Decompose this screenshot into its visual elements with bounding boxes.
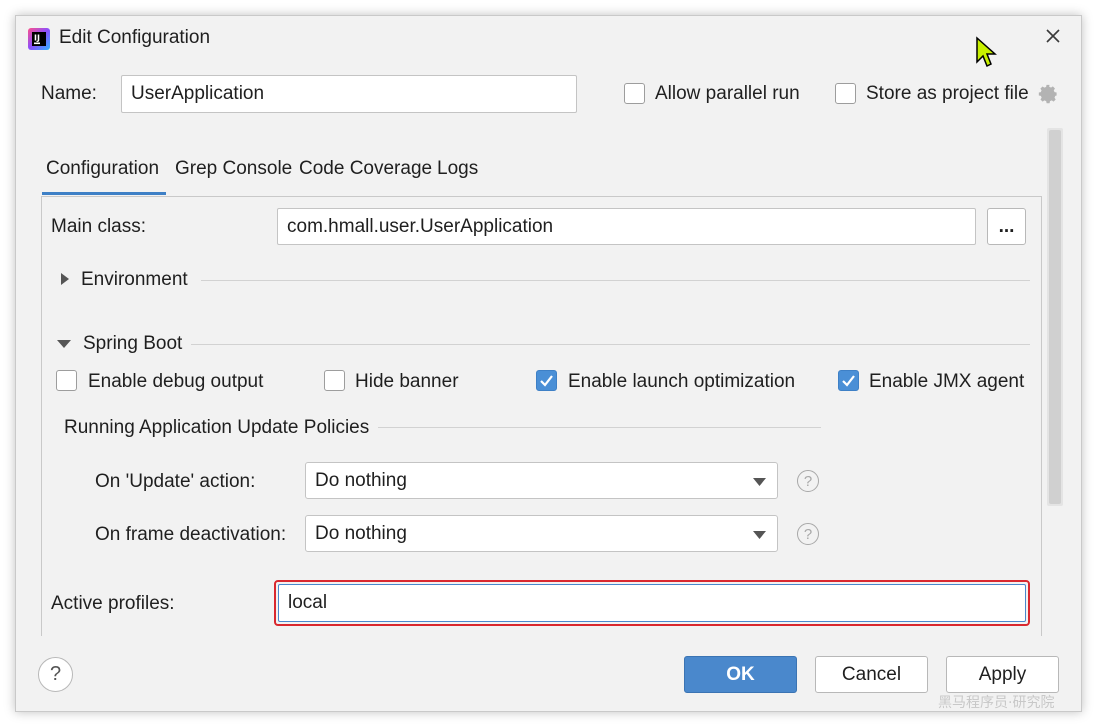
enable-debug-output-label[interactable]: Enable debug output bbox=[88, 371, 263, 393]
chevron-down-icon bbox=[753, 478, 766, 486]
collapse-down-icon[interactable] bbox=[56, 338, 72, 350]
update-policies-heading: Running Application Update Policies bbox=[64, 417, 370, 438]
on-frame-deactivation-label: On frame deactivation: bbox=[95, 524, 287, 545]
browse-main-class-button[interactable]: ... bbox=[987, 208, 1026, 245]
expand-right-icon[interactable] bbox=[59, 272, 71, 286]
on-update-action-value: Do nothing bbox=[315, 469, 407, 491]
name-input-value: UserApplication bbox=[131, 83, 265, 104]
store-as-project-file-checkbox[interactable] bbox=[835, 83, 856, 104]
checkmark-icon bbox=[842, 375, 855, 387]
main-class-value: com.hmall.user.UserApplication bbox=[287, 215, 554, 237]
tab-code-coverage[interactable]: Code Coverage bbox=[299, 158, 432, 180]
enable-jmx-agent-checkbox[interactable] bbox=[838, 370, 859, 391]
environment-separator bbox=[201, 280, 1030, 281]
hide-banner-label[interactable]: Hide banner bbox=[355, 371, 459, 393]
on-frame-deactivation-value: Do nothing bbox=[315, 522, 407, 544]
checkmark-icon bbox=[540, 375, 553, 387]
update-policies-separator bbox=[378, 427, 821, 428]
active-profiles-value: local bbox=[288, 592, 328, 613]
gear-icon[interactable] bbox=[1037, 83, 1059, 105]
enable-jmx-agent-label[interactable]: Enable JMX agent bbox=[869, 371, 1024, 393]
on-update-action-label: On 'Update' action: bbox=[95, 471, 256, 492]
chevron-down-icon bbox=[753, 531, 766, 539]
active-tab-indicator bbox=[42, 192, 166, 195]
configuration-panel bbox=[41, 196, 1042, 636]
allow-parallel-run-label[interactable]: Allow parallel run bbox=[655, 83, 800, 105]
main-class-input[interactable]: com.hmall.user.UserApplication bbox=[277, 208, 976, 245]
tab-logs[interactable]: Logs bbox=[437, 158, 478, 180]
main-class-label: Main class: bbox=[51, 216, 147, 237]
cancel-button[interactable]: Cancel bbox=[815, 656, 928, 693]
name-label: Name: bbox=[41, 83, 97, 104]
on-update-action-select[interactable]: Do nothing bbox=[305, 462, 778, 499]
ok-button[interactable]: OK bbox=[684, 656, 797, 693]
store-as-project-file-label[interactable]: Store as project file bbox=[866, 83, 1029, 105]
on-frame-deactivation-select[interactable]: Do nothing bbox=[305, 515, 778, 552]
mouse-cursor-icon bbox=[976, 36, 997, 68]
enable-debug-output-checkbox[interactable] bbox=[56, 370, 77, 391]
active-profiles-input[interactable]: local bbox=[278, 584, 1026, 622]
enable-launch-optimization-checkbox[interactable] bbox=[536, 370, 557, 391]
svg-text:IJ: IJ bbox=[34, 34, 40, 43]
enable-launch-optimization-label[interactable]: Enable launch optimization bbox=[568, 371, 795, 393]
tab-configuration[interactable]: Configuration bbox=[46, 158, 159, 180]
tab-grep-console[interactable]: Grep Console bbox=[175, 158, 292, 180]
scrollbar-thumb[interactable] bbox=[1049, 130, 1061, 504]
name-input[interactable]: UserApplication bbox=[121, 75, 577, 113]
hide-banner-checkbox[interactable] bbox=[324, 370, 345, 391]
close-icon[interactable] bbox=[1041, 24, 1065, 48]
help-icon[interactable]: ? bbox=[797, 523, 819, 545]
intellij-app-icon: IJ bbox=[28, 28, 50, 50]
allow-parallel-run-checkbox[interactable] bbox=[624, 83, 645, 104]
help-icon[interactable]: ? bbox=[797, 470, 819, 492]
dialog-title: Edit Configuration bbox=[59, 27, 211, 48]
apply-button[interactable]: Apply bbox=[946, 656, 1059, 693]
active-profiles-label: Active profiles: bbox=[51, 593, 175, 614]
edit-configuration-dialog: IJ Edit Configuration Name: UserApplicat… bbox=[15, 15, 1082, 712]
spring-boot-separator bbox=[191, 344, 1030, 345]
help-button[interactable]: ? bbox=[38, 657, 73, 692]
spring-boot-section-label[interactable]: Spring Boot bbox=[83, 333, 182, 355]
environment-section-label[interactable]: Environment bbox=[81, 269, 188, 291]
watermark: 黑马程序员·研究院 bbox=[938, 695, 1055, 711]
